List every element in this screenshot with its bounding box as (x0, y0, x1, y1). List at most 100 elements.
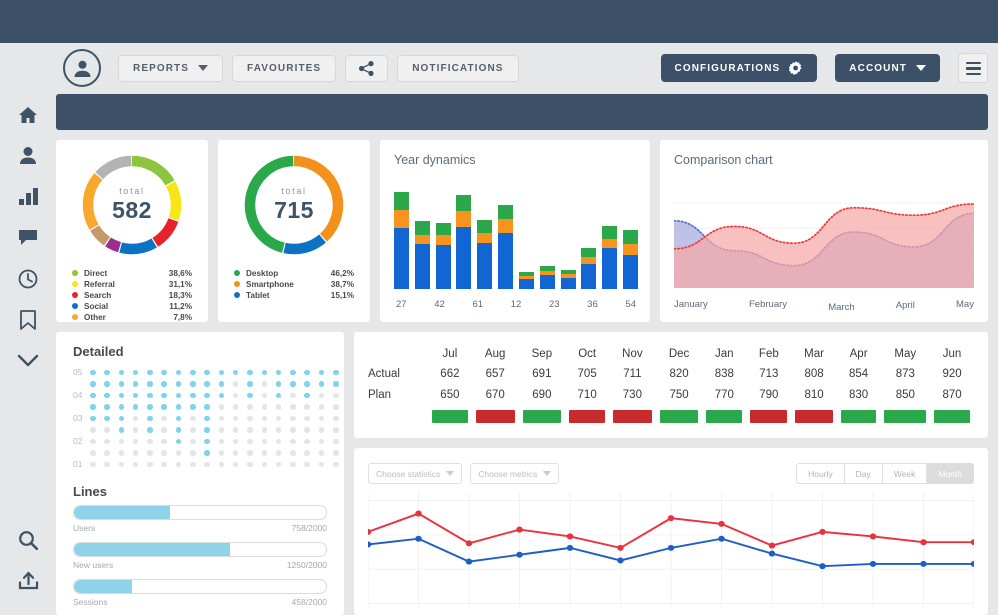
legend-value: 31,1% (168, 279, 192, 289)
table-cell: 820 (669, 368, 689, 381)
comparison-chart-axis: January February March April May (674, 298, 974, 313)
actual-plan-table-card: Jul Aug Sep Oct Nov Dec Jan Feb Mar Apr May Jun Act… (354, 331, 988, 438)
progress-item: New users 1250/2000 (73, 542, 327, 570)
favourites-button[interactable]: FAVOURITES (232, 54, 337, 82)
matrix-dot (190, 404, 196, 410)
sidebar-item-upload[interactable] (0, 560, 56, 601)
matrix-dots (90, 450, 344, 456)
share-icon (359, 60, 374, 76)
status-badge (930, 406, 974, 423)
year-dynamics-title: Year dynamics (394, 152, 476, 167)
table-corner (368, 332, 428, 364)
bar-segment (477, 242, 493, 289)
reports-button[interactable]: REPORTS (118, 54, 224, 82)
user-avatar-icon[interactable] (63, 49, 101, 88)
legend-item: Social 11,2% (72, 301, 192, 312)
matrix-dot (204, 404, 210, 410)
bar-column (435, 223, 451, 289)
account-button[interactable]: ACCOUNT (835, 54, 940, 83)
sidebar-item-search[interactable] (0, 519, 56, 560)
range-toggle-week[interactable]: Week (882, 463, 928, 485)
bar-segment (581, 263, 597, 289)
table-cell: 713 (759, 368, 779, 381)
comparison-chart-plot (673, 188, 975, 288)
notifications-button[interactable]: NOTIFICATIONS (397, 54, 519, 82)
matrix-dot (275, 369, 282, 376)
sidebar-item-bookmarks[interactable] (0, 299, 56, 340)
matrix-dot (318, 369, 325, 376)
range-toggle-month[interactable]: Month (927, 463, 974, 485)
matrix-dot (290, 415, 296, 422)
area-axis-label: May (956, 298, 974, 310)
line-point (516, 551, 523, 558)
matrix-dot (190, 427, 196, 433)
metrics-select[interactable]: Choose metrics (470, 463, 560, 485)
bar-column (539, 265, 555, 289)
table-column-header: Jul (442, 347, 458, 360)
line-point (970, 538, 978, 545)
range-toggle-day[interactable]: Day (844, 463, 883, 485)
sidebar-item-more[interactable] (0, 340, 56, 381)
metrics-chart-card: Choose statistics Choose metrics Hourly D… (354, 447, 988, 615)
legend-value: 11,2% (169, 301, 192, 311)
matrix-dot (190, 392, 196, 399)
matrix-dot (290, 369, 296, 376)
matrix-dot (290, 427, 296, 433)
bar-axis-label: 36 (587, 298, 598, 310)
matrix-dot (90, 450, 96, 456)
matrix-dot (304, 392, 310, 399)
sidebar-item-users[interactable] (0, 135, 56, 176)
matrix-dot (147, 392, 153, 399)
matrix-dot (147, 450, 153, 456)
statistics-select[interactable]: Choose statistics (368, 463, 463, 485)
matrix-dot (190, 450, 196, 456)
line-point (869, 533, 877, 540)
status-badge (746, 406, 791, 423)
table-cell: 662 (440, 368, 460, 381)
range-toggle-group: Hourly Day Week Month (796, 463, 974, 485)
matrix-dot (132, 415, 139, 422)
bar-segment (518, 279, 534, 289)
devices-donut: total 715 (242, 153, 346, 257)
donut-center: total 715 (242, 153, 346, 257)
matrix-dot (161, 461, 167, 468)
bar-segment (456, 210, 472, 228)
legend-color-dot (234, 270, 240, 277)
matrix-dot (333, 404, 339, 410)
legend-item: Direct 38,6% (72, 268, 192, 279)
bar-segment (435, 234, 451, 246)
matrix-dot (304, 415, 310, 422)
matrix-dot (147, 427, 153, 433)
matrix-dot (318, 450, 325, 456)
table-cell: 710 (577, 389, 597, 402)
notifications-label: NOTIFICATIONS (412, 62, 504, 74)
status-bar (569, 409, 606, 423)
matrix-dot (232, 450, 239, 456)
matrix-dot (147, 404, 153, 410)
hamburger-menu-icon[interactable] (958, 53, 988, 84)
matrix-row: 01 (73, 459, 344, 471)
matrix-row: 02 (73, 436, 344, 448)
sidebar-item-statistics[interactable] (0, 176, 56, 217)
range-toggle-hourly[interactable]: Hourly (796, 463, 845, 485)
sidebar-item-messages[interactable] (0, 217, 56, 258)
matrix-dot (232, 404, 239, 410)
bar-segment (622, 244, 638, 256)
progress-meta: Sessions 458/2000 (73, 597, 327, 607)
comparison-chart-title: Comparison chart (674, 152, 773, 167)
configurations-button[interactable]: CONFIGURATIONS (660, 54, 818, 83)
legend-label: Search (84, 290, 112, 300)
progress-fill (74, 543, 231, 557)
detailed-title: Detailed (73, 343, 124, 359)
line-point (667, 514, 675, 521)
sidebar-item-history[interactable] (0, 258, 56, 299)
matrix-dot (247, 427, 253, 433)
share-button[interactable] (345, 54, 389, 82)
matrix-dot (290, 381, 296, 387)
legend-color-dot (72, 281, 78, 288)
matrix-row-label: 05 (73, 367, 83, 378)
line-point (364, 528, 372, 535)
table-cell: 830 (848, 389, 869, 402)
reports-label: REPORTS (133, 62, 190, 74)
sidebar-item-home[interactable] (0, 94, 56, 135)
